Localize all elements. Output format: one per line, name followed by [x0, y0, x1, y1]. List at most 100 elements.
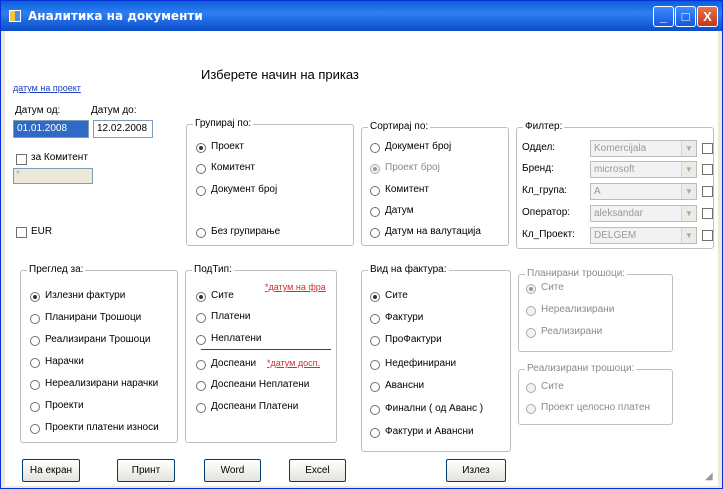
eur-checkbox-label: EUR — [31, 226, 53, 237]
invoice-type-radio-undefined[interactable] — [370, 360, 380, 370]
filter-checkbox-brand[interactable] — [702, 164, 713, 175]
chevron-down-icon: ▼ — [681, 228, 696, 243]
group-by-label-docnum: Документ број — [211, 184, 278, 195]
overview-radio-unrealized-orders[interactable] — [30, 380, 40, 390]
date-to-field[interactable]: 12.02.2008 — [93, 120, 153, 138]
filter-dropdown-client-group[interactable]: A ▼ — [590, 183, 697, 200]
group-by-radio-client[interactable] — [196, 164, 206, 174]
subtype-label-due-unpaid: Доспеани Неплатени — [211, 379, 310, 390]
app-icon — [9, 10, 21, 22]
date-from-label: Датум од: — [15, 105, 61, 116]
filter-value-client-group: A — [594, 186, 601, 197]
invoice-type-radio-invoices[interactable] — [370, 314, 380, 324]
planned-costs-title: Планирани трошоци: — [525, 268, 628, 279]
subtype-label-all: Сите — [211, 290, 234, 301]
filter-dropdown-department[interactable]: Komercijala ▼ — [590, 140, 697, 157]
overview-radio-planned-costs[interactable] — [30, 314, 40, 324]
overview-label-planned-costs: Планирани Трошоци — [45, 312, 142, 323]
invoice-date-link[interactable]: *датум на фра — [265, 282, 326, 292]
filter-checkbox-client-project[interactable] — [702, 230, 713, 241]
due-date-link[interactable]: *датум досп. — [267, 358, 320, 368]
invoice-type-radio-all[interactable] — [370, 292, 380, 302]
invoice-type-radio-invoices-advances[interactable] — [370, 428, 380, 438]
sort-by-radio-date[interactable] — [370, 207, 380, 217]
filter-value-client-project: DELGEM — [594, 230, 637, 241]
sort-by-radio-client[interactable] — [370, 186, 380, 196]
invoice-type-radio-final[interactable] — [370, 405, 380, 415]
filter-checkbox-operator[interactable] — [702, 208, 713, 219]
planned-radio-all[interactable] — [526, 284, 536, 294]
overview-radio-realized-costs[interactable] — [30, 336, 40, 346]
window-title: Аналитика на документи — [28, 9, 203, 23]
overview-label-orders: Нарачки — [45, 356, 84, 367]
subtype-label-due-paid: Доспеани Платени — [211, 401, 299, 412]
on-screen-button[interactable]: На екран — [22, 459, 80, 482]
overview-radio-orders[interactable] — [30, 358, 40, 368]
group-by-label-client: Комитент — [211, 162, 255, 173]
main-window: Аналитика на документи _ □ X Изберете на… — [0, 0, 723, 489]
overview-radio-paid-projects[interactable] — [30, 424, 40, 434]
invoice-type-label-proforma: ПроФактури — [385, 334, 442, 345]
overview-title: Преглед за: — [27, 264, 86, 275]
subtype-radio-due-paid[interactable] — [196, 403, 206, 413]
chevron-down-icon: ▼ — [681, 141, 696, 156]
planned-label-realized: Реализирани — [541, 326, 603, 337]
subtype-radio-due[interactable] — [196, 360, 206, 370]
exit-button[interactable]: Излез — [446, 459, 506, 482]
title-bar[interactable]: Аналитика на документи _ □ X — [1, 1, 722, 31]
filter-value-brand: microsoft — [594, 164, 635, 175]
maximize-button[interactable]: □ — [675, 6, 696, 27]
resize-grip-icon[interactable]: ◢ — [705, 471, 713, 482]
subtype-radio-all[interactable] — [196, 292, 206, 302]
sort-by-radio-duedate[interactable] — [370, 228, 380, 238]
invoice-type-label-invoices-advances: Фактури и Авансни — [385, 426, 474, 437]
sort-by-label-date: Датум — [385, 205, 414, 216]
subtype-radio-due-unpaid[interactable] — [196, 381, 206, 391]
group-by-radio-none[interactable] — [196, 228, 206, 238]
invoice-type-radio-proforma[interactable] — [370, 336, 380, 346]
client-checkbox[interactable] — [16, 154, 27, 165]
filter-label-department: Оддел: — [522, 142, 556, 153]
date-from-field[interactable]: 01.01.2008 — [13, 120, 89, 138]
realized-radio-all[interactable] — [526, 383, 536, 393]
subtype-radio-unpaid[interactable] — [196, 335, 206, 345]
invoice-type-label-undefined: Недефинирани — [385, 358, 457, 369]
filter-label-client-project: Кл_Проект: — [522, 229, 575, 240]
invoice-type-radio-advance[interactable] — [370, 382, 380, 392]
filter-label-brand: Бренд: — [522, 163, 554, 174]
realized-costs-box: Реализирани трошоци: — [518, 363, 673, 425]
filter-dropdown-client-project[interactable]: DELGEM ▼ — [590, 227, 697, 244]
excel-button[interactable]: Excel — [289, 459, 346, 482]
word-button[interactable]: Word — [204, 459, 261, 482]
subtype-label-paid: Платени — [211, 311, 251, 322]
filter-value-operator: aleksandar — [594, 208, 643, 219]
print-button[interactable]: Принт — [117, 459, 175, 482]
subtype-label-unpaid: Неплатени — [211, 333, 262, 344]
subtype-title: ПодТип: — [192, 264, 234, 275]
overview-radio-projects[interactable] — [30, 402, 40, 412]
group-by-title: Групирај по: — [193, 118, 254, 129]
filter-checkbox-client-group[interactable] — [702, 186, 713, 197]
subtype-radio-paid[interactable] — [196, 313, 206, 323]
group-by-radio-docnum[interactable] — [196, 186, 206, 196]
client-field[interactable]: * — [13, 168, 93, 184]
filter-dropdown-operator[interactable]: aleksandar ▼ — [590, 205, 697, 222]
overview-label-outgoing-invoices: Излезни фактури — [45, 290, 126, 301]
minimize-button[interactable]: _ — [653, 6, 674, 27]
eur-checkbox[interactable] — [16, 227, 27, 238]
filter-dropdown-brand[interactable]: microsoft ▼ — [590, 161, 697, 178]
group-by-radio-project[interactable] — [196, 143, 206, 153]
realized-radio-fully-paid[interactable] — [526, 404, 536, 414]
close-button[interactable]: X — [697, 6, 718, 27]
planned-radio-unrealized[interactable] — [526, 306, 536, 316]
planned-radio-realized[interactable] — [526, 328, 536, 338]
sort-by-radio-projnum[interactable] — [370, 164, 380, 174]
realized-label-fully-paid: Проект целосно платен — [541, 402, 651, 413]
project-date-link[interactable]: датум на проект — [13, 83, 81, 93]
separator-line — [201, 349, 331, 350]
invoice-type-title: Вид на фактура: — [368, 264, 449, 275]
invoice-type-label-all: Сите — [385, 290, 408, 301]
sort-by-radio-docnum[interactable] — [370, 143, 380, 153]
filter-checkbox-department[interactable] — [702, 143, 713, 154]
overview-radio-outgoing-invoices[interactable] — [30, 292, 40, 302]
